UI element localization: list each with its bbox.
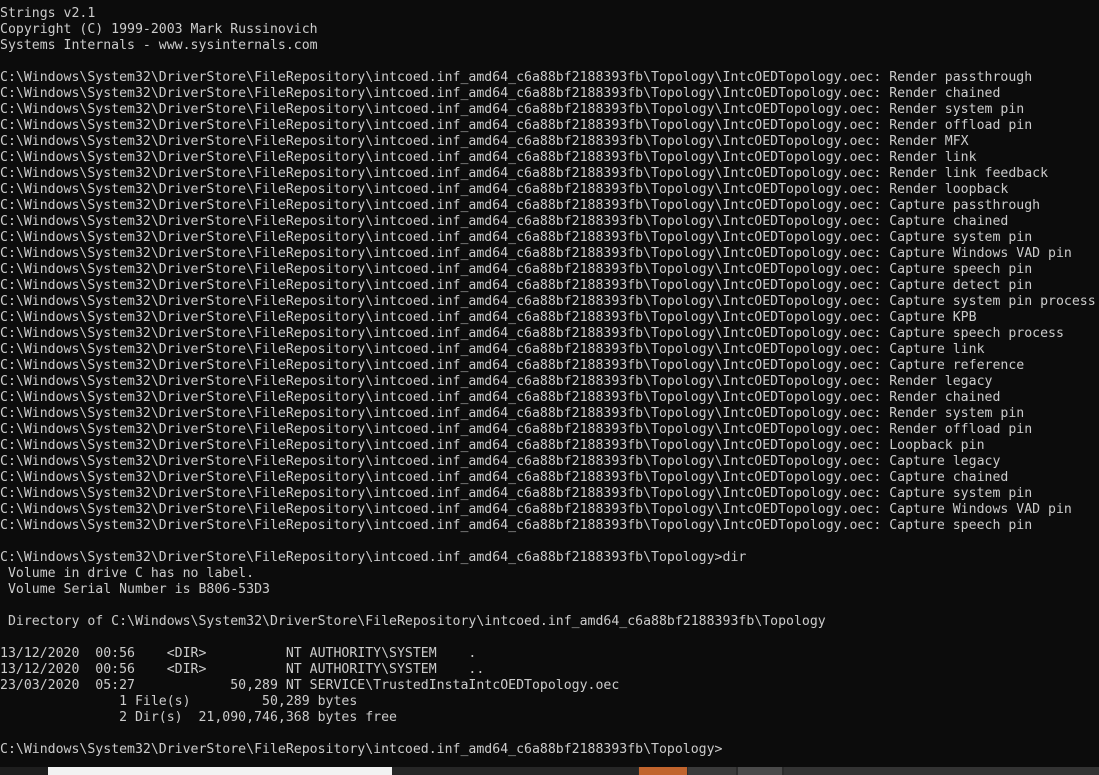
console-output: Strings v2.1 Copyright (C) 1999-2003 Mark… xyxy=(0,6,1096,758)
console-line: 23/03/2020 05:27 50,289 NT SERVICE\Trust… xyxy=(0,678,620,693)
console-line: C:\Windows\System32\DriverStore\FileRepo… xyxy=(0,326,1064,341)
taskbar-search-box[interactable] xyxy=(48,767,392,775)
taskbar-start-area[interactable] xyxy=(0,767,48,775)
console-line: Volume in drive C has no label. xyxy=(0,566,255,581)
console-line: C:\Windows\System32\DriverStore\FileRepo… xyxy=(0,454,1001,469)
console-line: C:\Windows\System32\DriverStore\FileRepo… xyxy=(0,230,1033,245)
console-line: C:\Windows\System32\DriverStore\FileRepo… xyxy=(0,262,1033,277)
console-line: C:\Windows\System32\DriverStore\FileRepo… xyxy=(0,86,1001,101)
console-line: C:\Windows\System32\DriverStore\FileRepo… xyxy=(0,390,1001,405)
console-line: 2 Dir(s) 21,090,746,368 bytes free xyxy=(0,710,397,725)
console-line: C:\Windows\System32\DriverStore\FileRepo… xyxy=(0,518,1033,533)
console-line: C:\Windows\System32\DriverStore\FileRepo… xyxy=(0,118,1033,133)
console-line: Volume Serial Number is B806-53D3 xyxy=(0,582,270,597)
console-line: C:\Windows\System32\DriverStore\FileRepo… xyxy=(0,422,1033,437)
console-line: C:\Windows\System32\DriverStore\FileRepo… xyxy=(0,294,1096,309)
console-line: C:\Windows\System32\DriverStore\FileRepo… xyxy=(0,486,1033,501)
taskbar-app-icon[interactable] xyxy=(688,767,736,775)
console-line: C:\Windows\System32\DriverStore\FileRepo… xyxy=(0,470,1009,485)
console-line: C:\Windows\System32\DriverStore\FileRepo… xyxy=(0,134,969,149)
console-line: Directory of C:\Windows\System32\DriverS… xyxy=(0,614,826,629)
console-line: C:\Windows\System32\DriverStore\FileRepo… xyxy=(0,70,1033,85)
console-window[interactable]: Strings v2.1 Copyright (C) 1999-2003 Mark… xyxy=(0,0,1099,767)
console-line: C:\Windows\System32\DriverStore\FileRepo… xyxy=(0,102,1025,117)
console-line: C:\Windows\System32\DriverStore\FileRepo… xyxy=(0,438,985,453)
console-line: 13/12/2020 00:56 <DIR> NT AUTHORITY\SYST… xyxy=(0,662,485,677)
console-line: 1 File(s) 50,289 bytes xyxy=(0,694,358,709)
console-line: C:\Windows\System32\DriverStore\FileRepo… xyxy=(0,182,1009,197)
console-line: C:\Windows\System32\DriverStore\FileRepo… xyxy=(0,310,977,325)
console-line: C:\Windows\System32\DriverStore\FileRepo… xyxy=(0,358,1025,373)
console-line: Copyright (C) 1999-2003 Mark Russinovich xyxy=(0,22,318,37)
taskbar xyxy=(0,767,1099,775)
console-line: C:\Windows\System32\DriverStore\FileRepo… xyxy=(0,150,977,165)
console-line: C:\Windows\System32\DriverStore\FileRepo… xyxy=(0,502,1072,517)
console-line: C:\Windows\System32\DriverStore\FileRepo… xyxy=(0,198,1041,213)
console-line: C:\Windows\System32\DriverStore\FileRepo… xyxy=(0,406,1025,421)
console-line: Systems Internals - www.sysinternals.com xyxy=(0,38,318,53)
console-line: C:\Windows\System32\DriverStore\FileRepo… xyxy=(0,278,1033,293)
console-line: C:\Windows\System32\DriverStore\FileRepo… xyxy=(0,342,985,357)
console-line: C:\Windows\System32\DriverStore\FileRepo… xyxy=(0,374,993,389)
taskbar-app-area xyxy=(392,767,638,775)
console-line: C:\Windows\System32\DriverStore\FileRepo… xyxy=(0,214,1009,229)
console-line: C:\Windows\System32\DriverStore\FileRepo… xyxy=(0,166,1049,181)
taskbar-app-icon[interactable] xyxy=(738,767,782,775)
console-line: Strings v2.1 xyxy=(0,6,96,21)
taskbar-app-icon-active[interactable] xyxy=(639,767,687,775)
console-line: C:\Windows\System32\DriverStore\FileRepo… xyxy=(0,246,1072,261)
console-line: C:\Windows\System32\DriverStore\FileRepo… xyxy=(0,550,747,565)
console-line: 13/12/2020 00:56 <DIR> NT AUTHORITY\SYST… xyxy=(0,646,477,661)
taskbar-tray-area xyxy=(784,767,1099,775)
console-line: C:\Windows\System32\DriverStore\FileRepo… xyxy=(0,742,723,757)
